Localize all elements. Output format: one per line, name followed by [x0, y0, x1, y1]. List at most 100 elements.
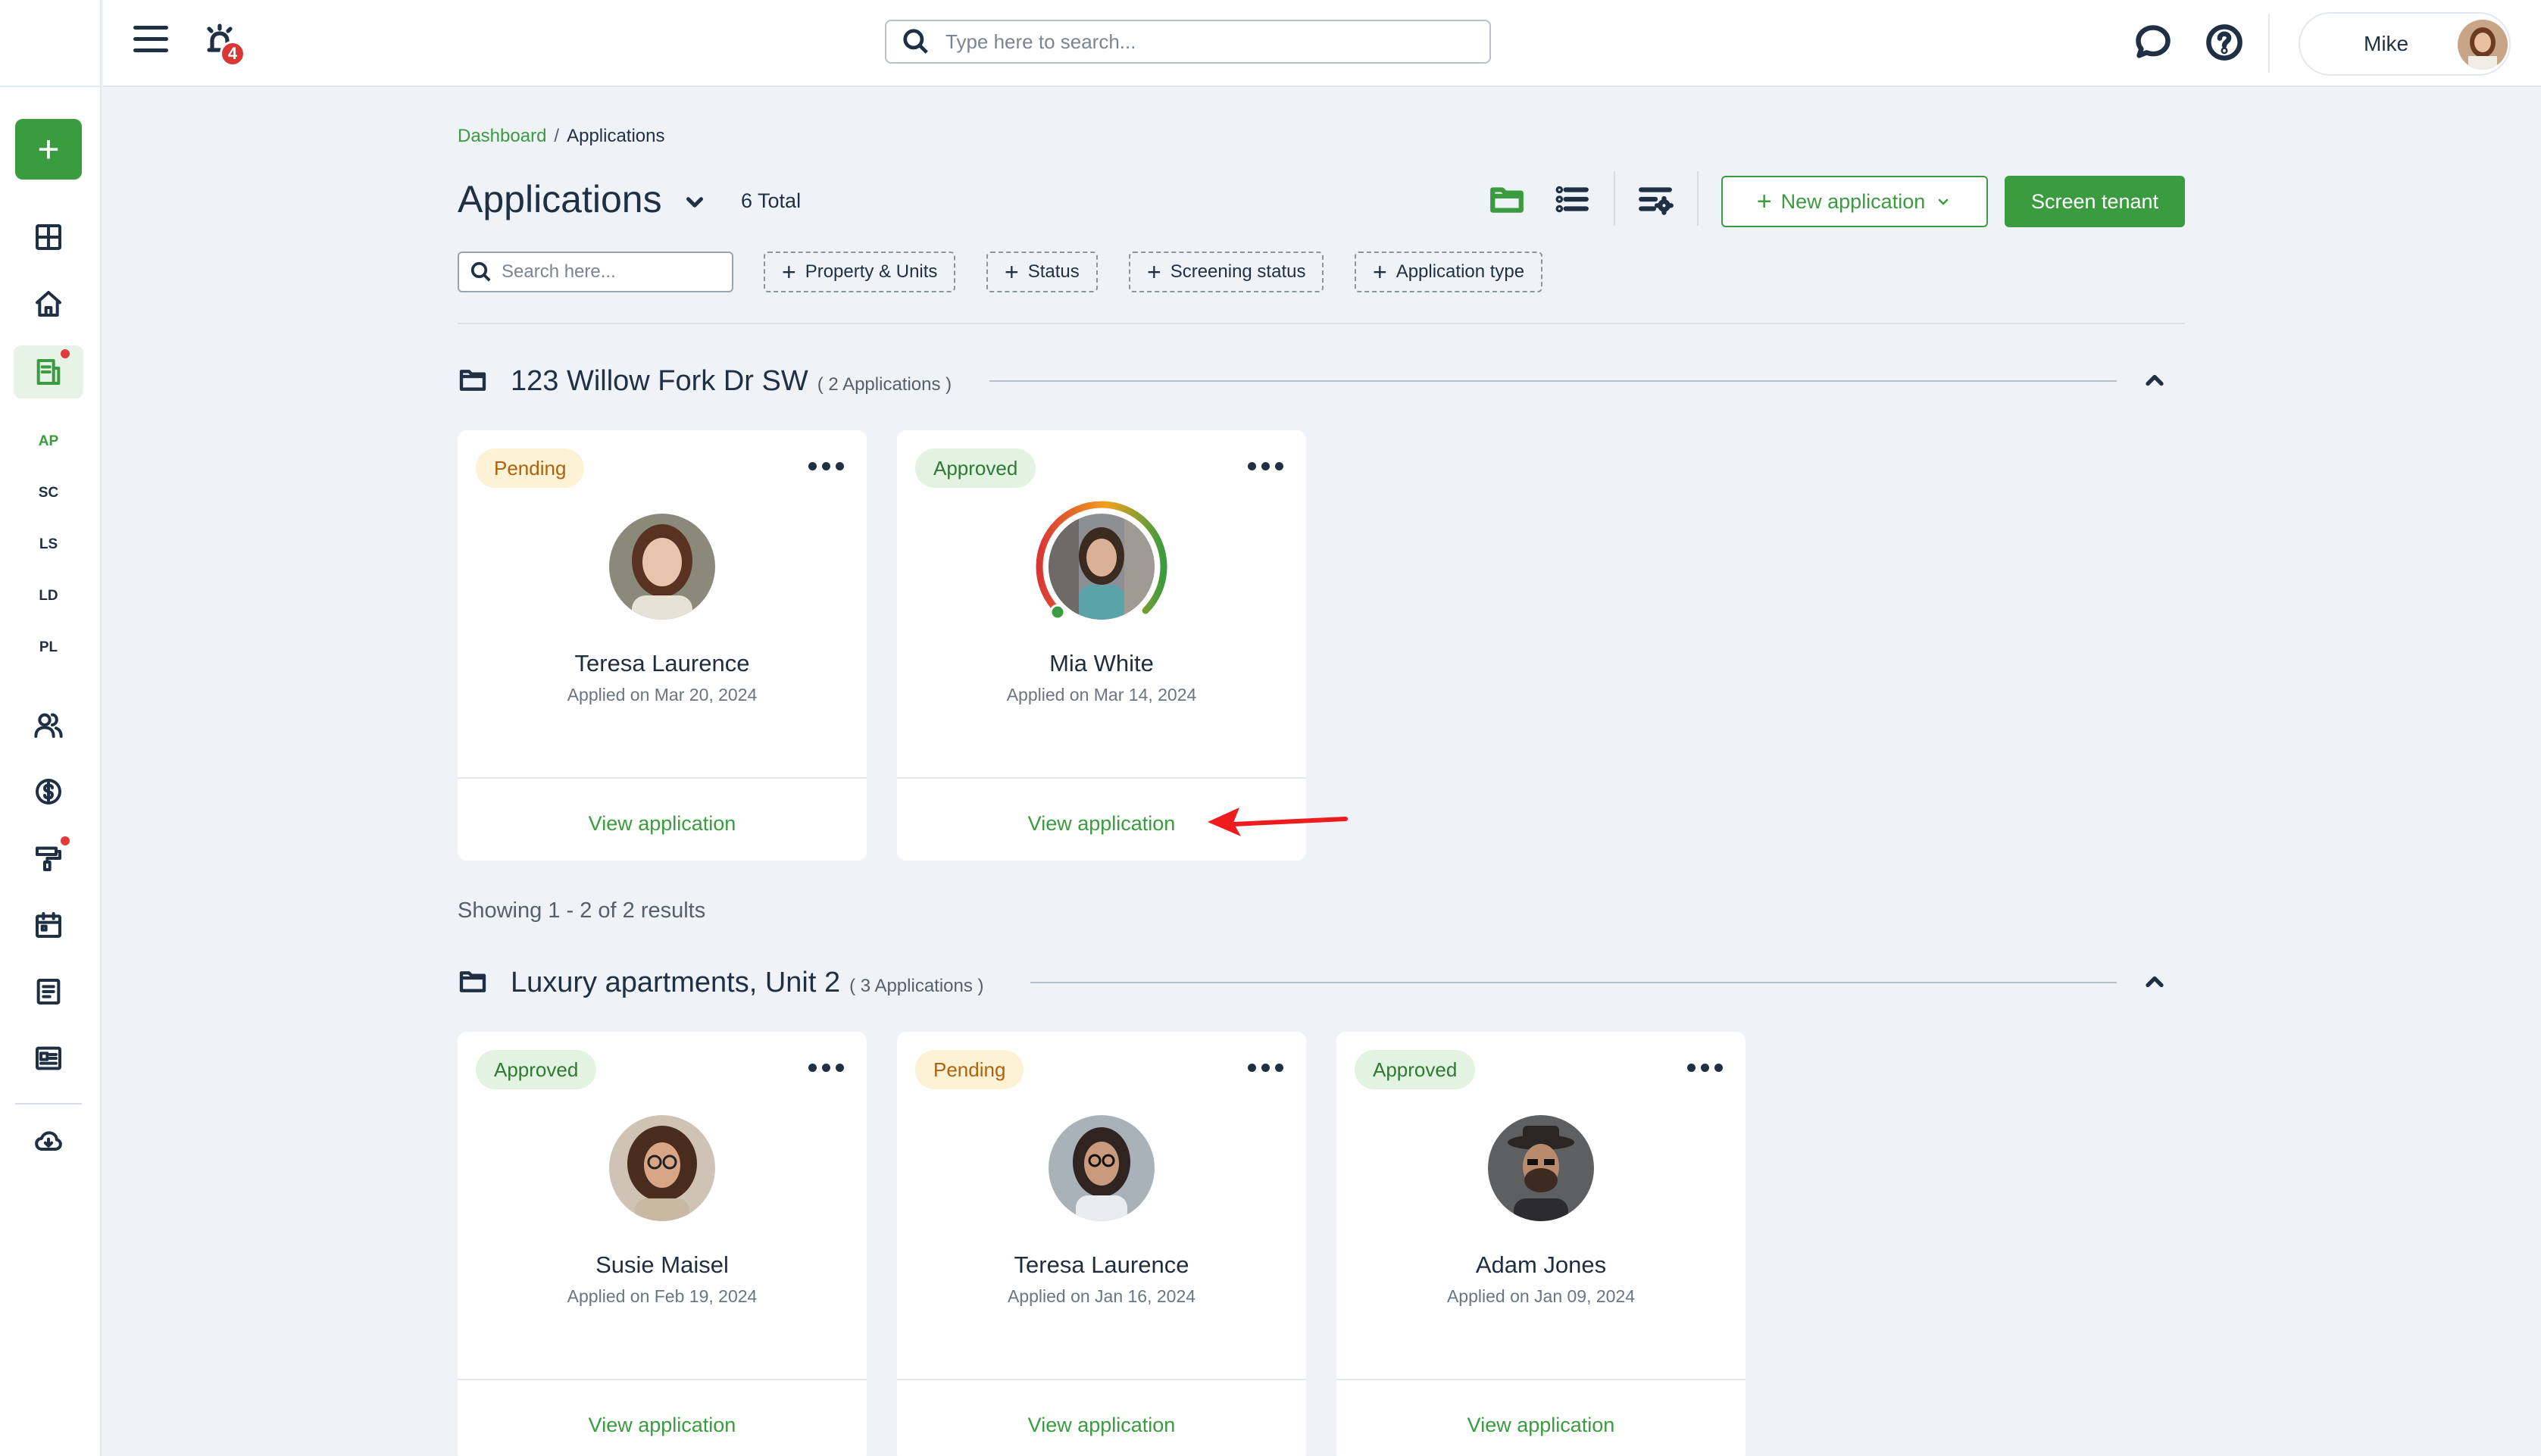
home-icon[interactable] [14, 277, 83, 330]
page-title[interactable]: Applications [458, 177, 662, 221]
plus-icon: + [1756, 187, 1772, 216]
screen-tenant-button[interactable]: Screen tenant [2005, 176, 2185, 227]
view-application-link[interactable]: View application [458, 1414, 867, 1437]
dashboard-icon[interactable] [14, 211, 83, 264]
group-count: ( 2 Applications ) [817, 374, 952, 395]
card-divider [458, 777, 867, 779]
applicant-avatar [609, 1115, 715, 1221]
view-application-link[interactable]: View application [1336, 1414, 1746, 1437]
group-title: 123 Willow Fork Dr SW ( 2 Applications ) [511, 365, 952, 398]
applications-search[interactable] [458, 252, 733, 292]
filter-application-type[interactable]: + Application type [1355, 252, 1543, 292]
rail-item-sc[interactable]: SC [14, 474, 83, 512]
card-divider [458, 1379, 867, 1380]
user-avatar [2458, 20, 2508, 70]
search-icon [903, 29, 928, 54]
folder-view-icon[interactable] [1488, 180, 1526, 218]
group-line [1030, 982, 2117, 983]
user-menu[interactable]: Mike [2299, 12, 2511, 76]
filter-label: Status [1027, 261, 1080, 282]
folder-icon [458, 967, 488, 997]
card-divider [897, 777, 1306, 779]
results-count: Showing 1 - 2 of 2 results [458, 898, 706, 923]
chevron-down-icon [1938, 198, 1949, 205]
maintenance-icon[interactable] [14, 832, 83, 885]
listing-icon[interactable] [14, 1032, 83, 1085]
help-icon[interactable] [2205, 23, 2244, 62]
chat-icon[interactable] [2133, 23, 2173, 62]
filter-settings-icon[interactable] [1636, 180, 1674, 218]
applications-icon[interactable] [14, 345, 83, 398]
card-divider [1336, 1379, 1746, 1380]
applicant-name: Adam Jones [1475, 1251, 1607, 1278]
status-badge: Pending [476, 448, 585, 488]
application-card: Pending Teresa Laurence Applied on Jan 1… [897, 1032, 1306, 1456]
folder-icon [458, 365, 488, 395]
application-card: Pending Teresa Laurence Applied on Mar 2… [458, 430, 867, 861]
more-options-icon[interactable] [808, 462, 844, 470]
toolbar-divider-2 [1697, 171, 1699, 226]
chevron-up-icon[interactable] [2141, 968, 2168, 995]
status-badge: Pending [915, 1050, 1024, 1089]
toolbar-divider [1614, 171, 1615, 226]
applicant-avatar [1049, 514, 1155, 620]
filter-label: Property & Units [805, 261, 938, 282]
applicant-name: Mia White [1049, 650, 1154, 676]
applied-date: Applied on Jan 16, 2024 [1007, 1286, 1196, 1306]
applicant-avatar [1488, 1115, 1594, 1221]
rail-item-pl[interactable]: PL [14, 629, 83, 667]
top-bar: 4 Mike [103, 0, 2541, 87]
group-line [989, 380, 2117, 382]
filter-property-units[interactable]: + Property & Units [764, 252, 956, 292]
maintenance-notification-dot [61, 836, 70, 845]
dollar-icon[interactable] [14, 765, 83, 818]
chevron-down-icon[interactable] [682, 189, 708, 215]
rail-divider [15, 1103, 82, 1104]
cloud-download-icon[interactable] [14, 1115, 83, 1168]
global-search[interactable] [885, 20, 1491, 64]
applied-date: Applied on Feb 19, 2024 [567, 1286, 758, 1306]
list-view-icon[interactable] [1553, 180, 1591, 218]
user-name: Mike [2364, 32, 2409, 55]
total-count: 6 Total [741, 189, 802, 212]
filter-screening-status[interactable]: + Screening status [1129, 252, 1324, 292]
more-options-icon[interactable] [1248, 1064, 1283, 1072]
rail-item-ls[interactable]: LS [14, 526, 83, 564]
calendar-icon[interactable] [14, 898, 83, 951]
people-icon[interactable] [14, 698, 83, 751]
application-card: Approved Adam Jones Applied on Jan 09, 2… [1336, 1032, 1746, 1456]
chevron-up-icon[interactable] [2141, 367, 2168, 394]
breadcrumb-dashboard[interactable]: Dashboard [458, 126, 546, 147]
global-search-input[interactable] [945, 30, 1430, 54]
alarm-bell-icon[interactable]: 4 [202, 21, 245, 67]
card-divider [897, 1379, 1306, 1380]
applicant-avatar [1049, 1115, 1155, 1221]
group-count: ( 3 Applications ) [849, 976, 984, 996]
add-button[interactable]: + [15, 119, 82, 180]
more-options-icon[interactable] [808, 1064, 844, 1072]
rail-header [0, 0, 102, 87]
plus-icon: + [1005, 258, 1019, 286]
section-divider [458, 323, 2185, 324]
left-rail: + AP SC LS LD PL [0, 0, 102, 1456]
applied-date: Applied on Jan 09, 2024 [1446, 1286, 1636, 1306]
application-card: Approved Mia White Applied on Mar 14, 20… [897, 430, 1306, 861]
view-application-link[interactable]: View application [458, 812, 867, 836]
menu-icon[interactable] [133, 26, 168, 59]
plus-icon: + [1373, 258, 1387, 286]
more-options-icon[interactable] [1248, 462, 1283, 470]
new-application-button[interactable]: + New application [1721, 176, 1988, 227]
rail-item-ap[interactable]: AP [14, 423, 83, 461]
more-options-icon[interactable] [1687, 1064, 1723, 1072]
view-application-link[interactable]: View application [897, 1414, 1306, 1437]
applications-search-input[interactable] [502, 261, 721, 283]
filter-label: Application type [1396, 261, 1525, 282]
breadcrumb: Dashboard / Applications [458, 126, 665, 147]
new-application-label: New application [1780, 189, 1926, 213]
status-badge: Approved [1355, 1050, 1476, 1089]
filter-status[interactable]: + Status [986, 252, 1098, 292]
status-badge: Approved [476, 1050, 597, 1089]
rail-item-ld[interactable]: LD [14, 577, 83, 615]
plus-icon: + [782, 258, 796, 286]
document-icon[interactable] [14, 965, 83, 1018]
